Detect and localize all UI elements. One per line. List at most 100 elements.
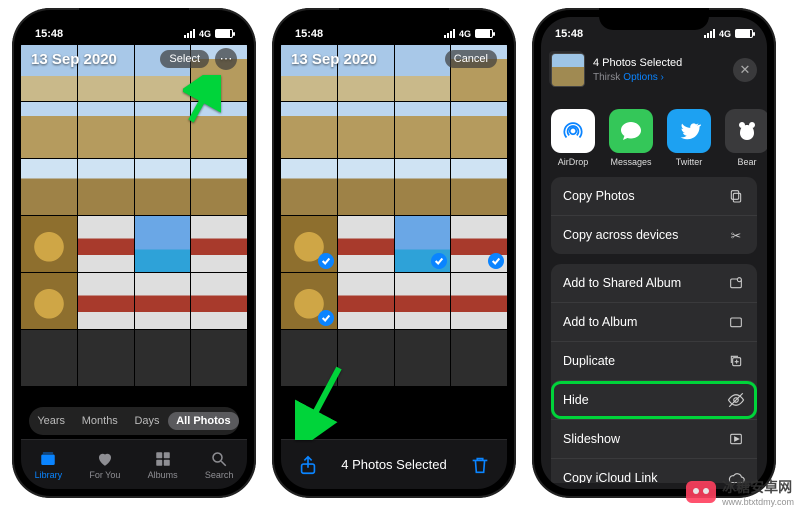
phone-selection: 15:48 4G [272, 8, 516, 498]
photo-thumb[interactable] [451, 216, 507, 272]
photo-thumb[interactable] [21, 102, 77, 158]
watermark-logo-icon [686, 481, 716, 503]
eye-off-icon [727, 391, 745, 409]
signal-icon [704, 29, 715, 38]
navbar: 13 Sep 2020 Cancel [281, 45, 507, 73]
action-duplicate[interactable]: Duplicate [551, 341, 757, 380]
seg-all-photos[interactable]: All Photos [168, 412, 238, 430]
shared-album-icon [727, 274, 745, 292]
photo-thumb[interactable] [451, 273, 507, 329]
photo-thumb[interactable] [338, 102, 394, 158]
photo-thumb[interactable] [281, 273, 337, 329]
share-options-link[interactable]: Options › [623, 72, 664, 83]
photo-thumb[interactable] [338, 159, 394, 215]
action-hide[interactable]: Hide [551, 380, 757, 419]
airdrop-icon [551, 109, 595, 153]
check-icon [431, 253, 447, 269]
action-group: Copy Photos Copy across devices ✂ [551, 177, 757, 254]
battery-icon [735, 29, 753, 38]
photo-thumb[interactable] [451, 102, 507, 158]
photo-thumb[interactable] [191, 330, 247, 386]
seg-years[interactable]: Years [29, 412, 73, 430]
photo-thumb[interactable] [191, 216, 247, 272]
tab-label: For You [89, 470, 120, 480]
tab-label: Library [35, 470, 63, 480]
photo-thumb[interactable] [395, 216, 451, 272]
photo-thumb[interactable] [135, 159, 191, 215]
photo-grid[interactable] [281, 45, 507, 489]
photo-thumb[interactable] [135, 273, 191, 329]
trash-icon[interactable] [469, 454, 491, 476]
photo-thumb[interactable] [395, 273, 451, 329]
photo-thumb[interactable] [191, 273, 247, 329]
view-segments[interactable]: Years Months Days All Photos [29, 407, 239, 435]
tab-albums[interactable]: Albums [148, 450, 178, 480]
notch [339, 8, 449, 30]
photo-thumb[interactable] [78, 102, 134, 158]
photo-thumb[interactable] [21, 216, 77, 272]
photo-thumb[interactable] [21, 330, 77, 386]
photo-thumb[interactable] [78, 330, 134, 386]
action-copy-photos[interactable]: Copy Photos [551, 177, 757, 215]
tabbar: Library For You Albums Search [21, 439, 247, 489]
close-icon[interactable]: ✕ [733, 58, 757, 82]
photo-thumb[interactable] [78, 273, 134, 329]
share-app-twitter[interactable]: Twitter [667, 109, 711, 167]
more-icon[interactable]: ⋯ [215, 48, 237, 70]
select-button[interactable]: Select [160, 50, 209, 68]
date-title: 13 Sep 2020 [291, 51, 377, 68]
share-app-label: Messages [610, 157, 651, 167]
photo-thumb[interactable] [281, 102, 337, 158]
photo-thumb[interactable] [281, 330, 337, 386]
scissors-icon: ✂ [727, 226, 745, 244]
status-carrier: 4G [459, 29, 471, 39]
photo-thumb[interactable] [451, 330, 507, 386]
action-group: Add to Shared Album Add to Album Duplica… [551, 264, 757, 483]
photo-thumb[interactable] [451, 159, 507, 215]
photo-thumb[interactable] [78, 216, 134, 272]
battery-icon [215, 29, 233, 38]
photo-thumb[interactable] [338, 216, 394, 272]
photo-thumb[interactable] [395, 159, 451, 215]
notch [79, 8, 189, 30]
status-carrier: 4G [719, 29, 731, 39]
share-apps-row[interactable]: AirDrop Messages Twitter [551, 109, 767, 167]
cancel-button[interactable]: Cancel [445, 50, 497, 68]
photo-thumb[interactable] [395, 102, 451, 158]
photo-thumb[interactable] [281, 159, 337, 215]
seg-days[interactable]: Days [126, 412, 167, 430]
tab-for-you[interactable]: For You [89, 450, 120, 480]
tab-library[interactable]: Library [35, 450, 63, 480]
action-label: Add to Album [563, 315, 637, 329]
tab-label: Albums [148, 470, 178, 480]
library-icon [38, 450, 58, 468]
share-icon[interactable] [297, 454, 319, 476]
tab-search[interactable]: Search [205, 450, 234, 480]
photo-thumb[interactable] [21, 159, 77, 215]
photo-thumb[interactable] [78, 159, 134, 215]
phone-library: 15:48 4G [12, 8, 256, 498]
photo-thumb[interactable] [191, 102, 247, 158]
photo-thumb[interactable] [338, 330, 394, 386]
date-title: 13 Sep 2020 [31, 51, 117, 68]
seg-months[interactable]: Months [74, 412, 126, 430]
albums-icon [153, 450, 173, 468]
photo-thumb[interactable] [191, 159, 247, 215]
photo-thumb[interactable] [135, 102, 191, 158]
action-slideshow[interactable]: Slideshow [551, 419, 757, 458]
signal-icon [184, 29, 195, 38]
share-app-airdrop[interactable]: AirDrop [551, 109, 595, 167]
photo-thumb[interactable] [135, 330, 191, 386]
photo-thumb[interactable] [395, 330, 451, 386]
phone-share-sheet: 15:48 4G 4 Photos Selected Thirsk Option… [532, 8, 776, 498]
share-app-bear[interactable]: Bear [725, 109, 767, 167]
photo-thumb[interactable] [281, 216, 337, 272]
action-copy-across-devices[interactable]: Copy across devices ✂ [551, 215, 757, 254]
action-add-to-shared-album[interactable]: Add to Shared Album [551, 264, 757, 302]
watermark-brand: 冰糖安卓网 [722, 479, 792, 495]
photo-thumb[interactable] [135, 216, 191, 272]
action-add-to-album[interactable]: Add to Album [551, 302, 757, 341]
photo-thumb[interactable] [338, 273, 394, 329]
share-app-messages[interactable]: Messages [609, 109, 653, 167]
photo-thumb[interactable] [21, 273, 77, 329]
